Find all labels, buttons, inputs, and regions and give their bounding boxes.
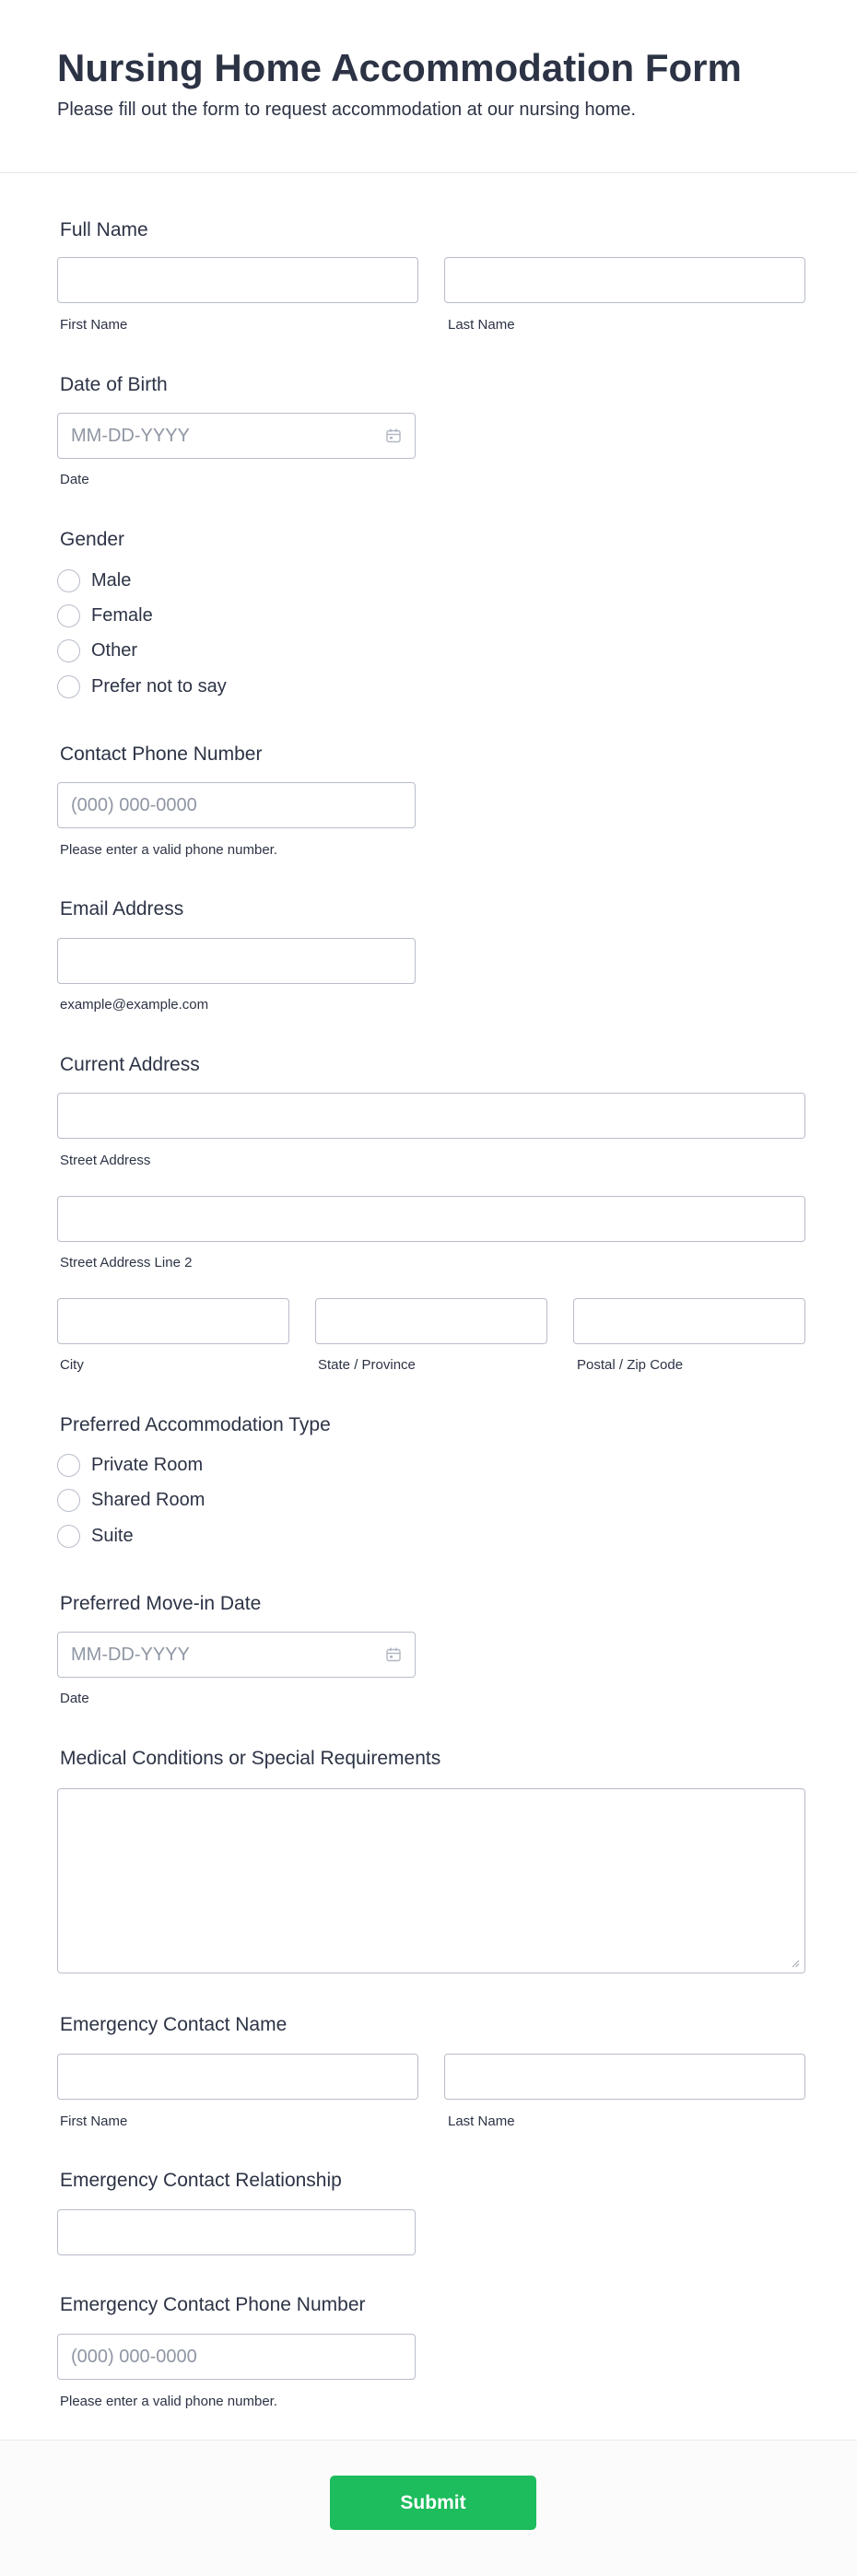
- accommodation-option-shared[interactable]: Shared Room: [57, 1488, 205, 1512]
- email-input[interactable]: [57, 938, 416, 984]
- gender-option-other[interactable]: Other: [57, 638, 137, 662]
- radio-label: Shared Room: [91, 1489, 205, 1510]
- emergency-last-name-sublabel: Last Name: [448, 2113, 515, 2129]
- gender-option-female[interactable]: Female: [57, 603, 153, 627]
- radio-circle[interactable]: [57, 638, 80, 662]
- phone-label: Contact Phone Number: [60, 744, 263, 765]
- radio-circle[interactable]: [57, 1524, 80, 1548]
- accommodation-option-suite[interactable]: Suite: [57, 1524, 134, 1548]
- full-name-label: Full Name: [60, 219, 148, 240]
- dob-label: Date of Birth: [60, 374, 168, 395]
- emergency-first-name-input[interactable]: [57, 2054, 418, 2100]
- form-subtitle: Please fill out the form to request acco…: [57, 100, 637, 120]
- first-name-sublabel: First Name: [60, 317, 128, 333]
- street-address-line2-input[interactable]: [57, 1196, 805, 1242]
- medical-textarea[interactable]: [57, 1788, 805, 1973]
- calendar-icon[interactable]: [385, 1646, 402, 1663]
- emergency-name-label: Emergency Contact Name: [60, 2014, 288, 2035]
- city-input[interactable]: [57, 1298, 289, 1344]
- radio-label: Male: [91, 569, 132, 591]
- phone-sublabel: Please enter a valid phone number.: [60, 842, 277, 858]
- radio-circle[interactable]: [57, 1488, 80, 1512]
- calendar-icon[interactable]: [385, 427, 402, 444]
- form-header: Nursing Home Accommodation Form Please f…: [0, 0, 857, 173]
- radio-label: Private Room: [91, 1454, 204, 1475]
- email-label: Email Address: [60, 898, 184, 919]
- street-address-sublabel: Street Address: [60, 1153, 151, 1168]
- radio-label: Other: [91, 639, 138, 661]
- dob-input[interactable]: [57, 413, 416, 459]
- radio-label: Prefer not to say: [91, 675, 227, 697]
- gender-label: Gender: [60, 529, 125, 550]
- submit-button[interactable]: Submit: [330, 2476, 536, 2530]
- radio-label: Suite: [91, 1525, 134, 1546]
- emergency-first-name-sublabel: First Name: [60, 2113, 128, 2129]
- street-address-input[interactable]: [57, 1093, 805, 1139]
- form-title: Nursing Home Accommodation Form: [57, 46, 742, 89]
- resize-handle-icon[interactable]: [791, 1959, 800, 1968]
- email-sublabel: example@example.com: [60, 997, 209, 1013]
- radio-circle[interactable]: [57, 568, 80, 592]
- dob-sublabel: Date: [60, 472, 89, 487]
- emergency-phone-input[interactable]: [57, 2334, 416, 2380]
- emergency-relationship-label: Emergency Contact Relationship: [60, 2170, 342, 2191]
- street-address-line2-sublabel: Street Address Line 2: [60, 1255, 193, 1270]
- radio-circle[interactable]: [57, 603, 80, 627]
- accommodation-label: Preferred Accommodation Type: [60, 1414, 331, 1435]
- emergency-last-name-input[interactable]: [444, 2054, 805, 2100]
- state-input[interactable]: [315, 1298, 547, 1344]
- emergency-relationship-input[interactable]: [57, 2209, 416, 2255]
- radio-circle[interactable]: [57, 1453, 80, 1477]
- last-name-input[interactable]: [444, 257, 805, 303]
- emergency-phone-sublabel: Please enter a valid phone number.: [60, 2394, 277, 2409]
- accommodation-option-private[interactable]: Private Room: [57, 1453, 203, 1477]
- medical-label: Medical Conditions or Special Requiremen…: [60, 1748, 441, 1769]
- zip-input[interactable]: [573, 1298, 805, 1344]
- emergency-phone-label: Emergency Contact Phone Number: [60, 2294, 366, 2315]
- move-in-sublabel: Date: [60, 1691, 89, 1706]
- gender-option-male[interactable]: Male: [57, 568, 131, 592]
- zip-sublabel: Postal / Zip Code: [577, 1357, 684, 1373]
- address-label: Current Address: [60, 1054, 200, 1075]
- move-in-label: Preferred Move-in Date: [60, 1593, 262, 1614]
- state-sublabel: State / Province: [318, 1357, 416, 1373]
- first-name-input[interactable]: [57, 257, 418, 303]
- radio-label: Female: [91, 604, 153, 626]
- city-sublabel: City: [60, 1357, 84, 1373]
- last-name-sublabel: Last Name: [448, 317, 515, 333]
- phone-input[interactable]: [57, 782, 416, 828]
- gender-option-prefer-not[interactable]: Prefer not to say: [57, 674, 227, 698]
- move-in-date-input[interactable]: [57, 1632, 416, 1678]
- radio-circle[interactable]: [57, 674, 80, 698]
